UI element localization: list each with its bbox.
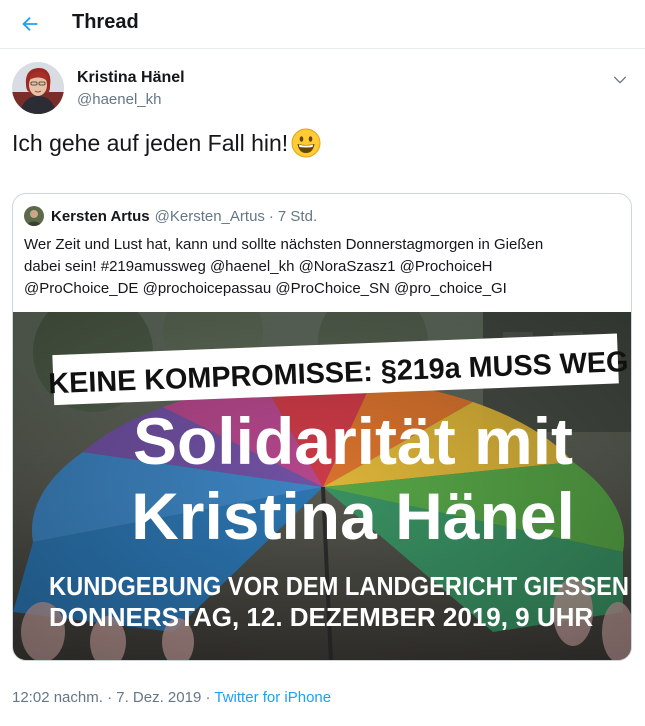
- tweet-author: Kristina Hänel @haenel_kh: [12, 62, 632, 118]
- chevron-down-icon: [614, 76, 626, 84]
- tweet-text-content: Ich gehe auf jeden Fall hin!: [12, 129, 289, 156]
- separator-dot: ·: [107, 689, 113, 706]
- tweet-menu-button[interactable]: [608, 68, 632, 92]
- quoted-media-image[interactable]: KEINE KOMPROMISSE: §219a MUSS WEG! Solid…: [13, 312, 631, 660]
- thread-header: Thread: [0, 0, 645, 49]
- image-sub-line1: KUNDGEBUNG VOR DEM LANDGERICHT GIESSEN: [49, 571, 629, 601]
- tweet-text: Ich gehe auf jeden Fall hin!: [12, 128, 321, 158]
- author-name[interactable]: Kristina Hänel: [77, 69, 185, 87]
- page-title: Thread: [72, 11, 139, 33]
- image-headline-line2: Kristina Hänel: [131, 479, 575, 553]
- image-sub-line2: DONNERSTAG, 12. DEZEMBER 2019, 9 UHR: [49, 602, 593, 632]
- tweet-source-link[interactable]: Twitter for iPhone: [214, 689, 331, 706]
- quoted-time[interactable]: 7 Std.: [278, 208, 317, 225]
- quoted-text-line: Wer Zeit und Lust hat, kann und sollte n…: [24, 236, 544, 253]
- quoted-tweet[interactable]: Kersten Artus @Kersten_Artus · 7 Std. We…: [12, 193, 632, 661]
- quoted-text-line: dabei sein! #219amussweg @haenel_kh @Nor…: [24, 258, 493, 275]
- quoted-author-handle[interactable]: @Kersten_Artus: [155, 208, 265, 225]
- separator-dot: ·: [268, 207, 274, 225]
- grinning-face-emoji-icon: [291, 128, 321, 158]
- quoted-avatar[interactable]: [24, 206, 44, 226]
- quoted-text-line: @ProChoice_DE @prochoicepassau @ProChoic…: [24, 280, 507, 297]
- quoted-tweet-header: Kersten Artus @Kersten_Artus · 7 Std.: [24, 205, 317, 227]
- quoted-author-name[interactable]: Kersten Artus: [51, 208, 150, 225]
- tweet-date[interactable]: 7. Dez. 2019: [116, 689, 201, 706]
- image-headline-line1: Solidarität mit: [133, 404, 573, 478]
- author-handle[interactable]: @haenel_kh: [77, 91, 161, 108]
- back-arrow-icon: [22, 16, 38, 32]
- back-button[interactable]: [13, 9, 47, 39]
- separator-dot: ·: [205, 689, 211, 706]
- avatar[interactable]: [12, 62, 64, 114]
- quoted-tweet-text: Wer Zeit und Lust hat, kann und sollte n…: [24, 234, 620, 300]
- tweet-timestamp[interactable]: 12:02 nachm.: [12, 689, 103, 706]
- tweet-meta: 12:02 nachm. · 7. Dez. 2019 · Twitter fo…: [12, 689, 331, 706]
